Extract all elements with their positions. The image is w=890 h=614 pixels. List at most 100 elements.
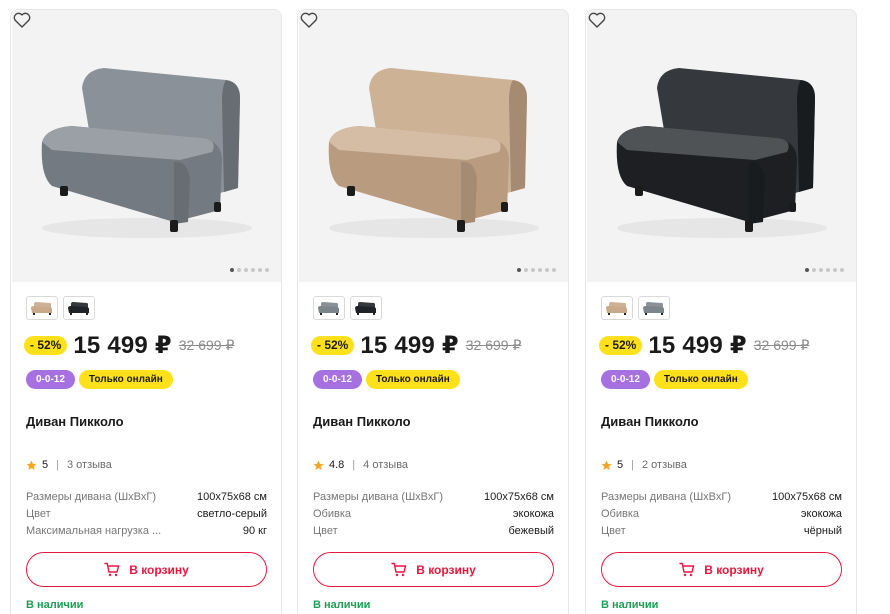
photo-dot[interactable] [805,268,809,272]
product-title[interactable]: Диван Пикколо [601,414,699,429]
photo-dot[interactable] [244,268,248,272]
add-to-cart-label: В корзину [416,562,476,577]
photo-dot[interactable] [840,268,844,272]
photo-dot[interactable] [251,268,255,272]
photo-pagination[interactable] [517,268,556,274]
spec-value: 100x75x68 см [197,491,267,503]
spec-row: Обивка экокожа [601,506,842,523]
photo-pagination[interactable] [230,268,269,274]
old-price: 32 699 ₽ [465,336,522,353]
photo-dot[interactable] [524,268,528,272]
photo-dot[interactable] [538,268,542,272]
online-only-badge: Только онлайн [653,370,748,389]
star-icon [26,460,37,470]
online-only-badge: Только онлайн [78,370,173,389]
photo-dot[interactable] [552,268,556,272]
add-to-cart-button[interactable]: В корзину [26,552,267,587]
heart-outline-icon[interactable] [12,10,32,30]
price-row: - 52% 15 499 ₽ 32 699 ₽ [311,330,521,360]
installment-badge: 0-0-12 [313,370,362,389]
sofa-black-icon [66,299,92,317]
spec-value: чёрный [803,525,842,537]
installment-badge: 0-0-12 [601,370,650,389]
spec-value: экокожа [800,508,842,520]
product-rating[interactable]: 4.8 | 4 отзыва [313,459,408,471]
spec-name: Максимальная нагрузка ... [26,525,162,537]
sofa-image [616,68,827,238]
product-photo[interactable] [299,10,568,282]
photo-dot[interactable] [819,268,823,272]
discount-badge: - 52% [311,335,355,355]
current-price: 15 499 ₽ [648,331,747,359]
spec-name: Цвет [313,525,338,537]
color-swatch[interactable] [26,296,58,320]
photo-dot[interactable] [531,268,535,272]
reviews-count[interactable]: 2 отзыва [642,459,687,471]
promo-tags: 0-0-12 Только онлайн [26,370,173,389]
sofa-beige-icon [29,299,55,317]
spec-row: Размеры дивана (ШхВхГ) 100x75x68 см [26,489,267,506]
spec-row: Размеры дивана (ШхВхГ) 100x75x68 см [313,489,554,506]
color-swatch[interactable] [638,296,670,320]
rating-divider: | [631,459,634,471]
product-title[interactable]: Диван Пикколо [313,414,411,429]
photo-dot[interactable] [833,268,837,272]
color-swatch[interactable] [601,296,633,320]
product-specs: Размеры дивана (ШхВхГ) 100x75x68 см Цвет… [26,489,267,540]
photo-dot[interactable] [517,268,521,272]
spec-row: Размеры дивана (ШхВхГ) 100x75x68 см [601,489,842,506]
spec-row: Обивка экокожа [313,506,554,523]
photo-dot[interactable] [812,268,816,272]
rating-divider: | [352,459,356,471]
product-photo[interactable] [12,10,281,282]
add-to-cart-button[interactable]: В корзину [601,552,842,587]
rating-divider: | [56,459,59,471]
cart-icon [679,562,695,577]
product-grid: - 52% 15 499 ₽ 32 699 ₽ 0-0-12 Только он… [0,0,890,614]
product-title[interactable]: Диван Пикколо [26,414,124,429]
add-to-cart-button[interactable]: В корзину [313,552,554,587]
star-icon [313,460,324,470]
color-swatch[interactable] [63,296,95,320]
product-photo[interactable] [587,10,856,282]
reviews-count[interactable]: 4 отзыва [363,459,408,471]
spec-value: 100x75x68 см [772,491,842,503]
color-swatch[interactable] [313,296,345,320]
product-card[interactable]: - 52% 15 499 ₽ 32 699 ₽ 0-0-12 Только он… [297,9,569,614]
photo-dot[interactable] [545,268,549,272]
spec-row: Цвет бежевый [313,523,554,540]
product-card[interactable]: - 52% 15 499 ₽ 32 699 ₽ 0-0-12 Только он… [10,9,282,614]
stock-status: В наличии [601,599,659,611]
spec-value: 90 кг [242,525,267,537]
sofa-beige-icon [604,299,630,317]
spec-name: Размеры дивана (ШхВхГ) [313,491,443,503]
sofa-grey-icon [316,299,342,317]
current-price: 15 499 ₽ [73,331,172,359]
cart-icon [391,562,407,577]
photo-dot[interactable] [258,268,262,272]
photo-pagination[interactable] [805,268,844,274]
photo-dot[interactable] [826,268,830,272]
spec-name: Размеры дивана (ШхВхГ) [26,491,156,503]
photo-dot[interactable] [230,268,234,272]
star-icon [601,460,612,470]
reviews-count[interactable]: 3 отзыва [67,459,112,471]
product-rating[interactable]: 5 | 3 отзыва [26,459,112,471]
heart-outline-icon[interactable] [299,10,319,30]
color-swatches [601,296,670,320]
color-swatch[interactable] [350,296,382,320]
product-card[interactable]: - 52% 15 499 ₽ 32 699 ₽ 0-0-12 Только он… [585,9,857,614]
heart-outline-icon[interactable] [587,10,607,30]
discount-badge: - 52% [24,335,68,355]
sofa-grey-icon [641,299,667,317]
old-price: 32 699 ₽ [753,336,810,353]
photo-dot[interactable] [237,268,241,272]
spec-name: Обивка [313,508,352,520]
rating-value: 4.8 [329,459,345,471]
product-rating[interactable]: 5 | 2 отзыва [601,459,687,471]
installment-badge: 0-0-12 [26,370,75,389]
spec-value: бежевый [508,525,554,537]
photo-dot[interactable] [265,268,269,272]
product-specs: Размеры дивана (ШхВхГ) 100x75x68 см Обив… [313,489,554,540]
spec-row: Цвет чёрный [601,523,842,540]
